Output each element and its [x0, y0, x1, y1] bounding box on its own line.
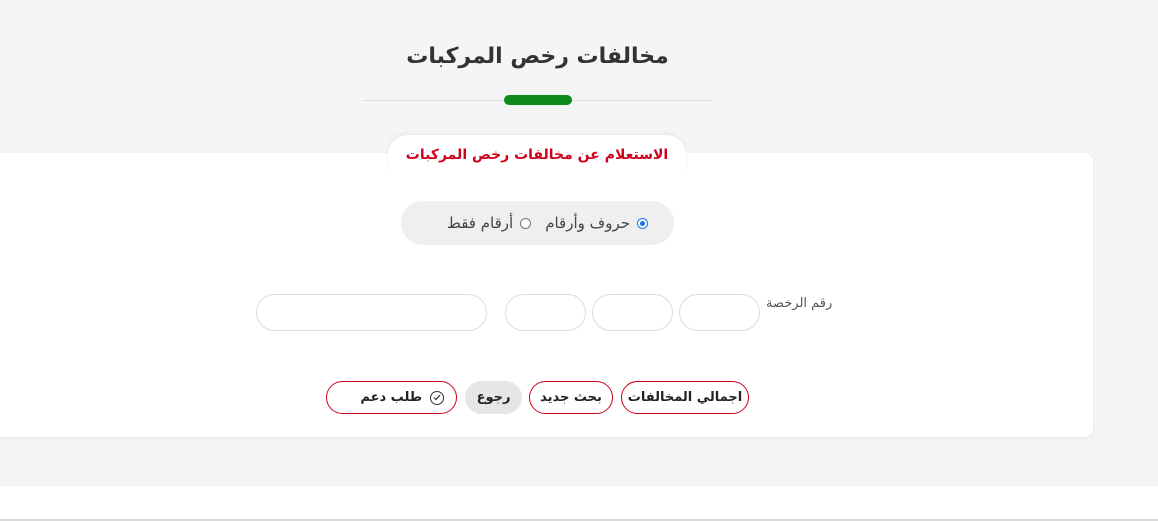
- support-request-button[interactable]: طلب دعم: [326, 381, 457, 414]
- radio-letters-and-numbers-dot[interactable]: [637, 217, 648, 229]
- support-request-button-label: طلب دعم: [360, 390, 422, 405]
- plate-type-radio-group: حروف وأرقام أرقام فقط: [401, 201, 674, 245]
- page-title: مخالفات رخص المركبات: [406, 44, 669, 69]
- total-violations-button[interactable]: اجمالي المخالفات: [621, 381, 749, 414]
- back-button[interactable]: رجوع: [465, 381, 522, 414]
- title-accent-bar: [504, 95, 572, 105]
- footer-strip: [0, 486, 1158, 521]
- back-button-label: رجوع: [476, 390, 511, 405]
- plate-number-label: رقم الرخصة: [766, 296, 833, 311]
- plate-number-input[interactable]: [256, 294, 487, 331]
- plate-letter-3-input[interactable]: [505, 294, 586, 331]
- new-search-button[interactable]: بحث جديد: [529, 381, 613, 414]
- plate-letter-2-input[interactable]: [592, 294, 673, 331]
- total-violations-button-label: اجمالي المخالفات: [627, 390, 743, 405]
- plate-letter-1-input[interactable]: [679, 294, 760, 331]
- check-circle-icon: [430, 390, 444, 405]
- radio-letters-and-numbers[interactable]: حروف وأرقام: [545, 214, 648, 232]
- radio-numbers-only-dot[interactable]: [520, 217, 532, 229]
- radio-letters-and-numbers-label: حروف وأرقام: [545, 214, 630, 232]
- radio-numbers-only[interactable]: أرقام فقط: [446, 214, 532, 232]
- new-search-button-label: بحث جديد: [540, 390, 602, 405]
- radio-numbers-only-label: أرقام فقط: [446, 214, 514, 232]
- card-tab-label: الاستعلام عن مخالفات رخص المركبات: [405, 147, 669, 163]
